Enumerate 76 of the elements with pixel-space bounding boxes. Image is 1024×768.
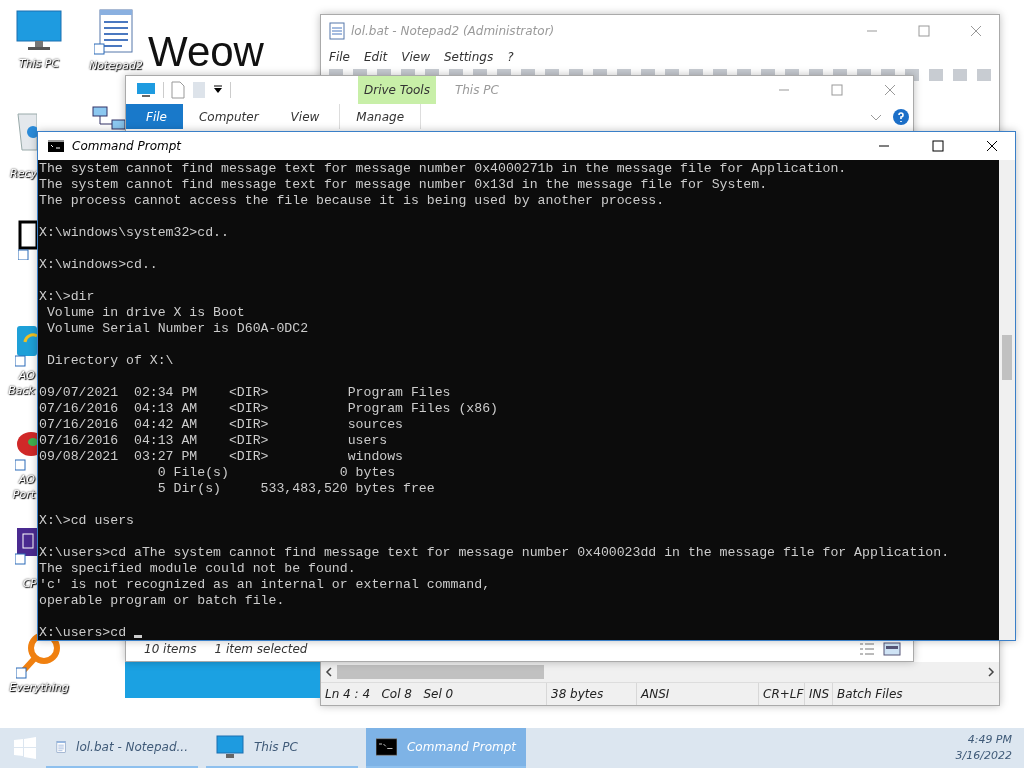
network-icon[interactable] [92, 106, 125, 130]
menu-item[interactable]: View [401, 50, 430, 64]
status-bar-field: 38 bytes [547, 683, 637, 705]
desktop-icon-label: AO [18, 368, 37, 383]
console-line: operable program or batch file. [39, 593, 285, 608]
vertical-scrollbar[interactable] [999, 160, 1015, 640]
console-line: Volume Serial Number is D60A-0DC2 [45, 321, 309, 336]
console-line: X:\users>cd aThe system cannot find message text for message number 0x400023dd in the message file for Application. [39, 545, 950, 560]
console-line: The system cannot find message text for message number 0x4000271b in the message file for Application. [39, 161, 847, 176]
window-title: Command Prompt [72, 139, 181, 153]
console-line: 07/16/2016 04:42 AM <DIR> sources [39, 417, 404, 432]
details-view-icon[interactable] [859, 642, 875, 656]
console-icon [376, 736, 397, 758]
chip-icon[interactable] [15, 526, 37, 566]
desktop-icon-label: CP [22, 576, 37, 591]
context-tab-group: Drive Tools [358, 76, 436, 104]
console-line: 0 File(s) 0 bytes [156, 465, 396, 480]
desktop-icon-label: Everything [9, 680, 69, 695]
item-count: 10 items [144, 642, 197, 656]
desktop-icon-label: Recy [10, 166, 37, 181]
window-title: lol.bat - Notepad2 (Administrator) [351, 24, 555, 38]
console-line: The specified module could not be found. [39, 561, 356, 576]
dropdown-icon[interactable] [213, 85, 223, 95]
tiles-view-icon[interactable] [883, 642, 901, 656]
clock-time: 4:49 PM [967, 732, 1012, 748]
status-bar-field: Batch Files [833, 683, 907, 705]
ribbon-tab[interactable]: Computer [182, 104, 275, 129]
ribbon-tab[interactable]: Manage [339, 104, 422, 129]
status-bar-field: CR+LF [759, 683, 805, 705]
status-bar-field: Ln 4 : 4 Col 8 Sel 0 [321, 683, 547, 705]
console-line: X:\windows>cd.. [39, 257, 158, 272]
console-line: 07/16/2016 04:13 AM <DIR> users [39, 433, 388, 448]
console-line: 5 Dir(s) 533,483,520 bytes free [156, 481, 435, 496]
desktop-icon-label: Port [12, 487, 37, 502]
ribbon-tab[interactable]: View [274, 104, 336, 129]
clock-date: 3/16/2022 [955, 748, 1012, 764]
scrollbar-thumb[interactable] [1002, 335, 1012, 380]
console-line: The system cannot find message text for message number 0x13d in the message file for System. [39, 177, 768, 192]
console-line: 09/08/2021 03:27 PM <DIR> windows [39, 449, 404, 464]
menu-item[interactable]: Settings [443, 50, 494, 64]
desktop-icon-label: AO [18, 472, 37, 487]
taskbar-button[interactable]: lol.bat - Notepad... [46, 728, 198, 768]
console-line: The process cannot access the file because it is being used by another process. [39, 193, 665, 208]
console-line: 07/16/2016 04:13 AM <DIR> Program Files (x86) [39, 401, 498, 416]
help-icon[interactable] [893, 108, 909, 125]
monitor-icon[interactable] [16, 10, 62, 52]
desktop-icon-label: Notepad2 [89, 58, 143, 73]
status-bar-field: ANSI [637, 683, 759, 705]
console-line: X:\>cd users [39, 513, 134, 528]
start-button[interactable] [14, 737, 36, 759]
status-bar-field: INS [805, 683, 833, 705]
horizontal-scrollbar[interactable] [321, 662, 999, 682]
console-line: X:\windows\system32>cd.. [39, 225, 229, 240]
menu-item[interactable]: ? [507, 50, 514, 64]
scrollbar-thumb[interactable] [337, 665, 544, 679]
console-line: 09/07/2021 02:34 PM <DIR> Program Files [39, 385, 451, 400]
text-cursor [133, 635, 142, 638]
console-line: Volume in drive X is Boot [45, 305, 245, 320]
menu-item[interactable]: File [329, 50, 350, 64]
console-line: X:\>dir [39, 289, 95, 304]
document-icon[interactable] [18, 220, 37, 260]
ribbon-tab[interactable]: File [126, 104, 183, 129]
monitor-icon [216, 735, 244, 759]
notepad-icon [329, 22, 345, 40]
menu-item[interactable]: Edit [363, 50, 388, 64]
monitor-icon [136, 82, 156, 98]
taskbar-button[interactable]: This PC [206, 728, 358, 768]
console-line: X:\users>cd [39, 625, 128, 640]
selection-count: 1 item selected [214, 642, 308, 656]
console-icon [48, 140, 64, 152]
console-line: 'c' is not recognized as an internal or external command, [39, 577, 491, 592]
window-title: This PC [454, 83, 499, 97]
desktop-icon-label: Back [8, 383, 37, 398]
banner-text: Weow [148, 30, 264, 74]
console-line: Directory of X:\ [45, 353, 174, 368]
desktop-icon-label: This PC [18, 56, 60, 71]
